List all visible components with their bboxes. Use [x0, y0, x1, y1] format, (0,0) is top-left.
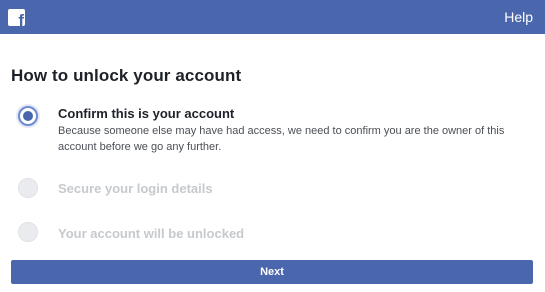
step-title: Confirm this is your account — [58, 106, 235, 121]
step-radio-inactive-icon — [18, 178, 38, 198]
step-title: Your account will be unlocked — [58, 226, 245, 241]
next-button[interactable]: Next — [11, 260, 533, 284]
page-title: How to unlock your account — [11, 66, 242, 85]
help-link[interactable]: Help — [504, 9, 533, 25]
facebook-logo-icon[interactable]: f — [8, 9, 25, 26]
step-title: Secure your login details — [58, 181, 213, 196]
step-radio-active-icon — [18, 106, 38, 126]
top-bar: f Help — [0, 0, 545, 34]
step-radio-inactive-icon — [18, 222, 38, 242]
facebook-logo-glyph: f — [18, 11, 24, 26]
step-description: Because someone else may have had access… — [58, 125, 505, 153]
